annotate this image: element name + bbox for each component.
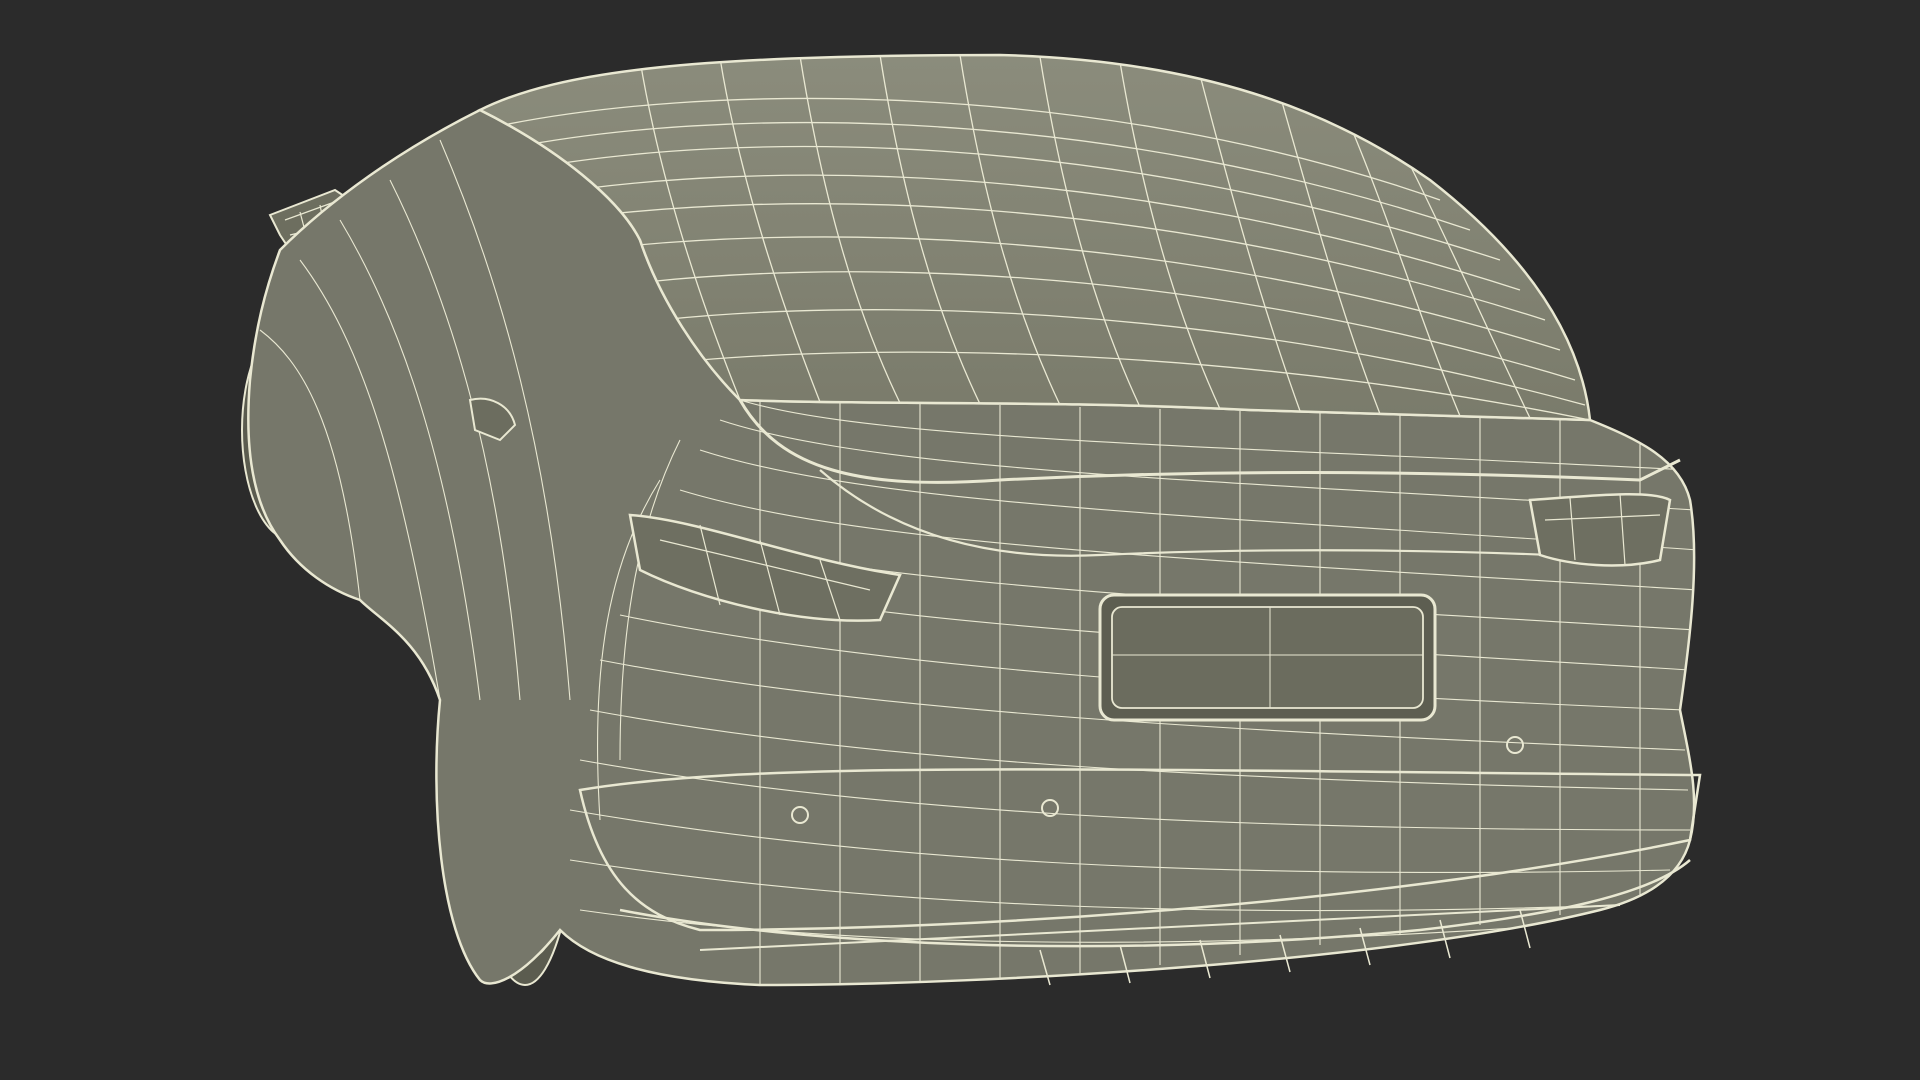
car-wireframe-render: [241, 53, 1702, 987]
render-viewport[interactable]: [0, 0, 1920, 1080]
license-plate: [1098, 593, 1437, 722]
tail-light-right: [1528, 492, 1672, 567]
